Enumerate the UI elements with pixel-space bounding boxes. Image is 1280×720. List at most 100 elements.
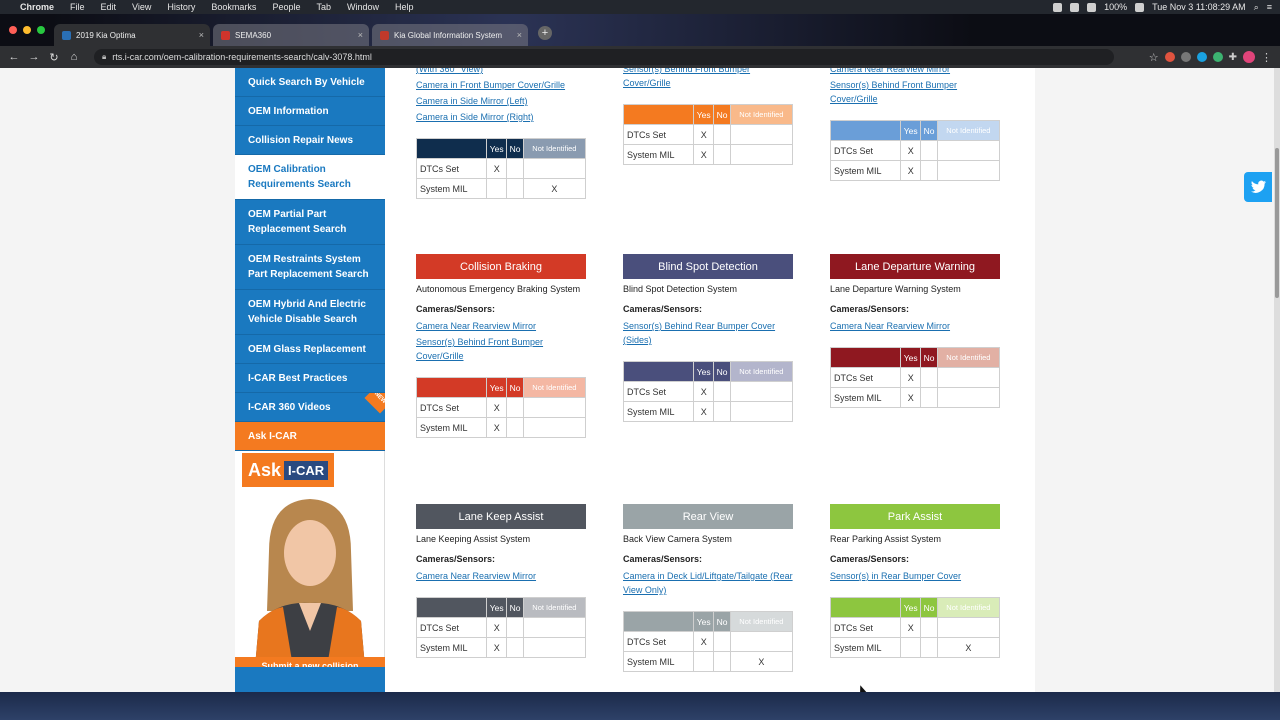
status-table: Yes No Not Identified DTCs Set X System MIL X [623, 104, 794, 165]
calibration-card: (With 360° View) Camera in Front Bumper C… [416, 68, 587, 199]
extension-icon[interactable] [1180, 52, 1191, 62]
table-cell: X [899, 387, 922, 408]
scrollbar-thumb[interactable] [1275, 148, 1279, 298]
sensor-link[interactable]: Camera in Front Bumper Cover/Grille [416, 78, 586, 92]
sidebar-item-glass-replacement[interactable]: OEM Glass Replacement [235, 335, 385, 364]
tab-kia-global[interactable]: Kia Global Information System × [372, 24, 528, 46]
sidebar-item-hybrid-electric[interactable]: OEM Hybrid And Electric Vehicle Disable … [235, 290, 385, 335]
menu-edit[interactable]: Edit [101, 2, 117, 12]
menu-chrome[interactable]: Chrome [20, 2, 54, 12]
close-tab-icon[interactable]: × [517, 30, 522, 40]
sidebar-item-quick-search[interactable]: Quick Search By Vehicle [235, 68, 385, 97]
sidebar-item-partial-part[interactable]: OEM Partial Part Replacement Search [235, 200, 385, 245]
extension-icon[interactable] [1212, 52, 1223, 62]
submit-collision-link[interactable]: Submit a new collision [235, 657, 385, 667]
status-header-row: Yes No Not Identified [623, 611, 794, 632]
menu-view[interactable]: View [132, 2, 151, 12]
col-no: No [920, 597, 938, 618]
tab-kia-optima[interactable]: 2019 Kia Optima × [54, 24, 210, 46]
web-page: Quick Search By Vehicle OEM Information … [0, 68, 1274, 692]
sensor-link[interactable]: Sensor(s) Behind Front Bumper Cover/Gril… [416, 335, 586, 363]
row-label: DTCs Set [623, 631, 694, 652]
control-center-icon[interactable]: ≡ [1267, 2, 1272, 12]
cloud-icon[interactable] [1053, 2, 1063, 12]
sensor-link[interactable]: Camera Near Rearview Mirror [830, 319, 1000, 333]
sidebar-item-calibration-search[interactable]: OEM Calibration Requirements Search [235, 155, 385, 200]
table-cell [936, 617, 1001, 638]
sensor-link[interactable]: Camera in Side Mirror (Left) [416, 94, 586, 108]
volume-icon[interactable] [1087, 2, 1097, 12]
sidebar-item-best-practices[interactable]: I-CAR Best Practices [235, 364, 385, 393]
menu-history[interactable]: History [167, 2, 195, 12]
sensor-link[interactable]: Camera in Side Mirror (Right) [416, 110, 586, 124]
url-field[interactable]: 🔒︎ rts.i-car.com/oem-calibration-require… [94, 49, 1114, 65]
sidebar-item-ask-icar[interactable]: Ask I-CAR [235, 422, 385, 451]
table-cell [729, 631, 794, 652]
sidebar-item-360-videos[interactable]: I-CAR 360 Videos NEW [235, 393, 385, 422]
new-badge: NEW [364, 393, 385, 414]
menu-file[interactable]: File [70, 2, 85, 12]
system-name: Lane Departure Warning System [830, 284, 961, 294]
forward-icon[interactable]: → [24, 51, 44, 63]
sensor-link[interactable]: Camera Near Rearview Mirror [416, 569, 586, 583]
sensor-link[interactable]: Camera Near Rearview Mirror [416, 319, 586, 333]
sensor-link[interactable]: Sensor(s) Behind Rear Bumper Cover (Side… [623, 319, 793, 347]
menu-help[interactable]: Help [395, 2, 414, 12]
row-label: System MIL [830, 637, 901, 658]
table-cell [729, 381, 794, 402]
lock-icon[interactable]: 🔒︎ [102, 52, 106, 62]
menu-bookmarks[interactable]: Bookmarks [211, 2, 256, 12]
home-icon[interactable]: ⌂ [64, 51, 84, 63]
extension-icon[interactable] [1196, 52, 1207, 62]
reload-icon[interactable]: ↻ [44, 51, 64, 64]
card-header: Rear View [623, 504, 793, 529]
puzzle-icon[interactable]: ✚ [1229, 52, 1237, 63]
sensor-link[interactable]: Sensor(s) Behind Front Bumper Cover/Gril… [623, 68, 793, 90]
status-header-blank [416, 377, 487, 398]
back-icon[interactable]: ← [4, 51, 24, 63]
sidebar-item-collision-news[interactable]: Collision Repair News [235, 126, 385, 155]
col-no: No [506, 138, 524, 159]
new-tab-button[interactable]: + [538, 26, 552, 40]
sidebar-item-restraints[interactable]: OEM Restraints System Part Replacement S… [235, 245, 385, 290]
table-row: DTCs Set X [416, 158, 587, 179]
sensor-link[interactable]: Camera Near Rearview Mirror [830, 68, 1000, 76]
menu-tab[interactable]: Tab [316, 2, 331, 12]
bookmark-star-icon[interactable]: ☆ [1149, 51, 1159, 64]
table-cell: X [692, 144, 715, 165]
close-tab-icon[interactable]: × [358, 30, 363, 40]
twitter-share-button[interactable] [1244, 172, 1272, 202]
clock[interactable]: Tue Nov 3 11:08:29 AM [1152, 2, 1246, 12]
system-name: Blind Spot Detection System [623, 284, 738, 294]
sensor-link[interactable]: Sensor(s) in Rear Bumper Cover [830, 569, 1000, 583]
spotlight-icon[interactable]: ⌕ [1254, 2, 1259, 13]
sensor-link[interactable]: (With 360° View) [416, 68, 586, 76]
battery-icon[interactable] [1135, 2, 1145, 12]
scrollbar[interactable] [1274, 68, 1280, 692]
extension-icon[interactable] [1164, 52, 1175, 62]
close-tab-icon[interactable]: × [199, 30, 204, 40]
minimize-window-icon[interactable] [23, 26, 31, 34]
logo-icar-text: I-CAR [284, 460, 329, 480]
close-window-icon[interactable] [9, 26, 17, 34]
battery-percent[interactable]: 100% [1104, 2, 1127, 12]
menu-window[interactable]: Window [347, 2, 379, 12]
wifi-icon[interactable] [1070, 2, 1080, 12]
row-label: DTCs Set [416, 158, 487, 179]
row-label: DTCs Set [830, 617, 901, 638]
menu-people[interactable]: People [272, 2, 300, 12]
col-not-identified: Not Identified [729, 361, 794, 382]
col-no: No [920, 347, 938, 368]
zoom-window-icon[interactable] [37, 26, 45, 34]
more-menu-icon[interactable]: ⋮ [1261, 51, 1272, 64]
table-row: DTCs Set X [416, 617, 587, 638]
sidebar-item-oem-information[interactable]: OEM Information [235, 97, 385, 126]
ask-icar-promo[interactable]: Ask I-CAR Submit a new collision [235, 451, 385, 667]
table-cell: X [485, 397, 508, 418]
sensor-link[interactable]: Camera in Deck Lid/Liftgate/Tailgate (Re… [623, 569, 793, 597]
sensor-link[interactable]: Sensor(s) Behind Front Bumper Cover/Gril… [830, 78, 1000, 106]
profile-avatar[interactable] [1243, 51, 1255, 63]
table-cell [936, 140, 1001, 161]
status-header-blank [416, 138, 487, 159]
tab-sema360[interactable]: SEMA360 × [213, 24, 369, 46]
